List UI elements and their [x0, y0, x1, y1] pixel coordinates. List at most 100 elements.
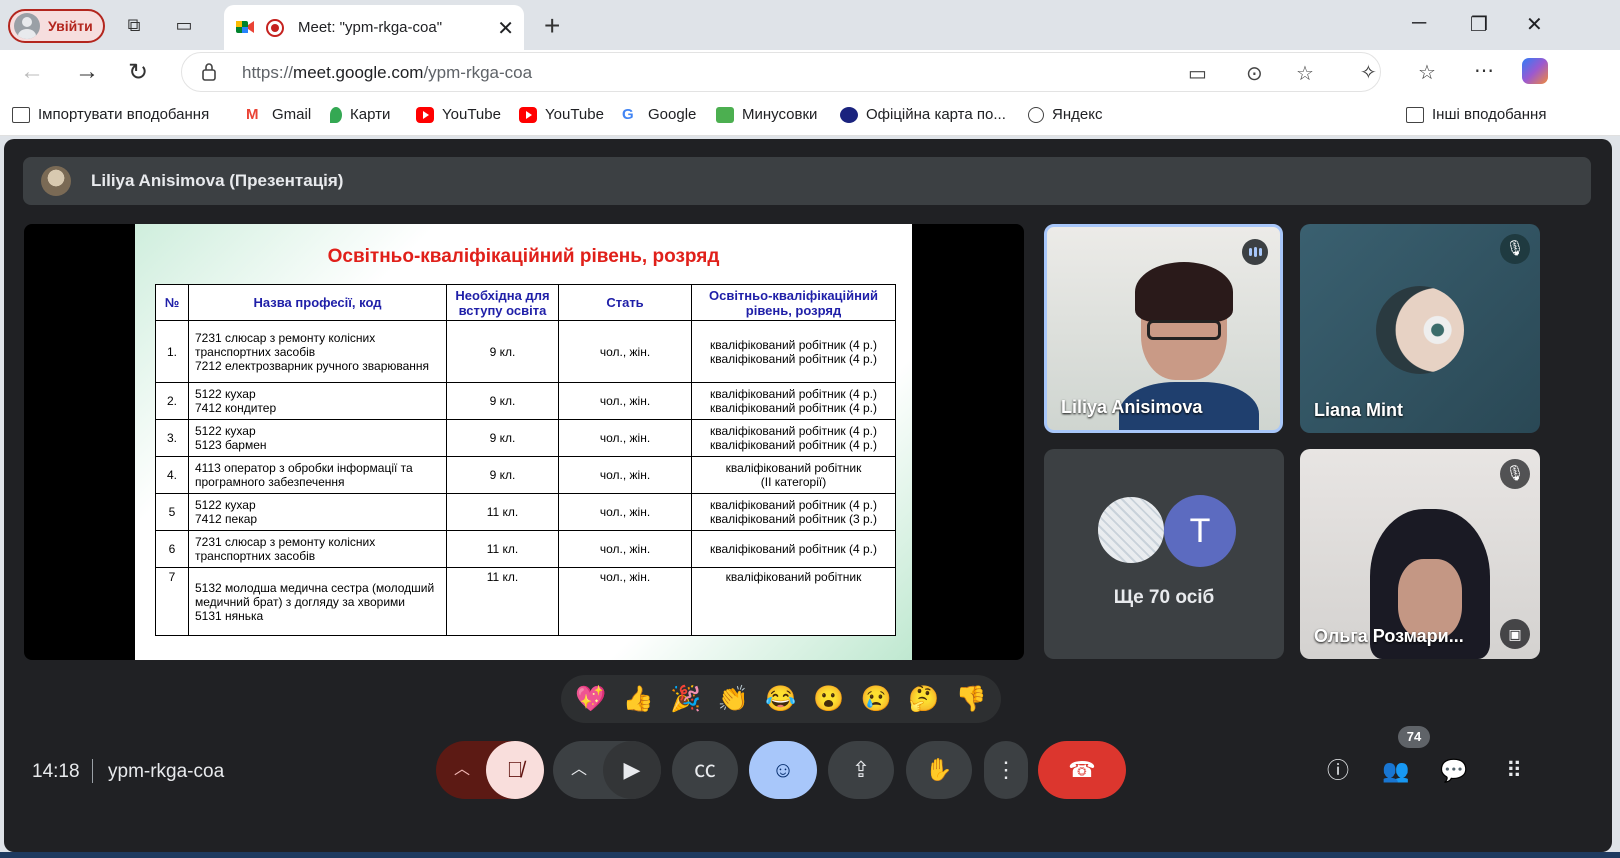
url-text[interactable]: https://meet.google.com/ypm-rkga-coa — [242, 63, 532, 83]
maps-icon — [330, 106, 342, 123]
back-icon[interactable]: ← — [20, 58, 44, 86]
reaction-crying[interactable]: 😢 — [860, 685, 891, 714]
camera-in-use-icon[interactable]: ▭ — [1188, 61, 1207, 86]
profile-sign-in-button[interactable]: Увійти — [8, 9, 105, 43]
video-options-chevron-icon[interactable]: ︿ — [571, 741, 587, 799]
people-icon[interactable]: 👥 — [1380, 755, 1412, 787]
table-cell: 3. — [155, 419, 189, 457]
picture-in-picture-icon[interactable]: ▣ — [1500, 619, 1530, 649]
tab-meet[interactable]: Meet: "ypm-rkga-coa" ✕ — [224, 5, 524, 50]
google-meet-icon — [236, 21, 254, 33]
url-domain: meet.google.com — [293, 63, 424, 82]
favorites-icon[interactable]: ☆ — [1418, 60, 1436, 85]
bookmark-google[interactable]: G Google — [622, 106, 696, 123]
bookmark-other-folder[interactable]: Інші вподобання — [1406, 106, 1546, 123]
table-row: 3. 5122 кухар 5123 бармен 9 кл. чол., жін. к… — [155, 419, 896, 457]
restore-icon[interactable]: ❐ — [1470, 12, 1488, 37]
browser-window: Увійти ⧉ ▭ Meet: "ypm-rkga-coa" ✕ + ─ ❐ … — [0, 0, 1620, 858]
reaction-thumbs-down[interactable]: 👎 — [956, 685, 987, 714]
bookmark-youtube-2[interactable]: YouTube — [519, 106, 604, 123]
address-bar[interactable]: https://meet.google.com/ypm-rkga-coa ▭ ⊙… — [181, 52, 1381, 92]
presentation-stage[interactable]: Освітньо-кваліфікаційний рівень, розряд … — [24, 224, 1024, 660]
bookmark-minusovki-label: Минусовки — [742, 106, 818, 123]
reaction-thumbs-up[interactable]: 👍 — [623, 685, 654, 714]
chat-icon[interactable]: 💬 — [1438, 755, 1470, 787]
table-cell: 4. — [155, 456, 189, 494]
more-menu-icon[interactable]: ⋯ — [1474, 58, 1494, 83]
meeting-code: ypm-rkga-coa — [108, 761, 225, 782]
raise-hand-button[interactable]: ✋ — [906, 741, 972, 799]
reaction-laughing[interactable]: 😂 — [765, 685, 796, 714]
send-reaction-button[interactable]: ☺ — [749, 741, 817, 799]
forward-icon[interactable]: → — [75, 58, 99, 86]
table-cell: чол., жін. — [558, 493, 692, 531]
reaction-party-popper[interactable]: 🎉 — [670, 685, 701, 714]
table-header: № — [155, 284, 189, 321]
microphone-off-button[interactable]: 🎙̸ — [486, 741, 544, 799]
extensions-icon[interactable]: ✧ — [1360, 60, 1377, 85]
table-cell: чол., жін. — [558, 456, 692, 494]
url-path: /ypm-rkga-coa — [423, 63, 533, 82]
audio-options-chevron-icon[interactable]: ︿ — [454, 741, 470, 799]
table-cell: 7 — [155, 567, 189, 636]
bookmark-yandex[interactable]: Яндекс — [1028, 106, 1102, 123]
table-cell: 7231 слюсар з ремонту колісних транспорт… — [188, 320, 447, 383]
site-info-icon[interactable] — [200, 63, 218, 81]
navigation-bar: ← → ↻ https://meet.google.com/ypm-rkga-c… — [0, 50, 1620, 94]
map-logo-icon — [840, 106, 858, 123]
workspaces-icon[interactable]: ⧉ — [122, 13, 146, 37]
new-tab-icon[interactable]: + — [544, 10, 560, 42]
participant-avatar — [1376, 286, 1464, 374]
tab-close-icon[interactable]: ✕ — [497, 16, 514, 41]
slide-table: № Назва професії, код Необхідна для всту… — [155, 284, 896, 636]
participant-tile-liliya[interactable]: Liliya Anisimova — [1044, 224, 1283, 433]
table-cell: 9 кл. — [446, 382, 559, 420]
bookmark-youtube-1[interactable]: YouTube — [416, 106, 501, 123]
reaction-sparkling-heart[interactable]: 💖 — [575, 685, 606, 714]
bookmark-import[interactable]: Імпортувати вподобання — [12, 106, 209, 123]
table-cell: кваліфікований робітник (4 р.) кваліфіко… — [691, 382, 896, 420]
reload-icon[interactable]: ↻ — [128, 58, 148, 87]
window-close-icon[interactable]: ✕ — [1526, 12, 1543, 37]
presentation-slide: Освітньо-кваліфікаційний рівень, розряд … — [135, 224, 912, 660]
table-row: 7 5132 молодша медична сестра (молодший м… — [155, 567, 896, 636]
bookmark-minusovki[interactable]: Минусовки — [716, 106, 817, 123]
table-cell: кваліфікований робітник — [691, 567, 896, 636]
bookmark-gmail[interactable]: M Gmail — [246, 106, 311, 123]
table-cell: 5 — [155, 493, 189, 531]
meeting-info-icon[interactable]: ⓘ — [1322, 755, 1354, 787]
mic-off-icon: 🎙 — [1500, 234, 1530, 264]
bookmark-official-map[interactable]: Офіційна карта по... — [840, 106, 1006, 123]
bookmark-official-map-label: Офіційна карта по... — [866, 106, 1006, 123]
import-icon — [12, 106, 30, 123]
reaction-clapping[interactable]: 👏 — [718, 685, 749, 714]
microphone-control: ︿ 🎙̸ — [436, 741, 544, 799]
bookmark-gmail-label: Gmail — [272, 106, 312, 123]
tab-strip: Увійти ⧉ ▭ Meet: "ypm-rkga-coa" ✕ + ─ ❐ … — [0, 0, 1620, 50]
read-aloud-icon[interactable]: ⊙ — [1246, 61, 1263, 86]
camera-button[interactable]: ▶ — [603, 741, 661, 799]
activities-icon[interactable]: ⠿ — [1498, 755, 1530, 787]
more-participants-tile[interactable]: T Ще 70 осіб — [1044, 449, 1284, 659]
more-options-button[interactable]: ⋮ — [984, 741, 1028, 799]
call-controls-bar: 14:18 ypm-rkga-coa ︿ 🎙̸ ︿ ▶ ㏄ ☺ ⇪ ✋ ⋮ ☎ … — [4, 726, 1612, 815]
tab-title: Meet: "ypm-rkga-coa" — [298, 19, 443, 36]
participant-tile-olga[interactable]: 🎙 Ольга Розмари... ▣ — [1300, 449, 1540, 659]
reaction-thinking[interactable]: 🤔 — [908, 685, 939, 714]
participant-tile-liana[interactable]: 🎙 Liana Mint — [1300, 224, 1540, 433]
favorite-star-icon[interactable]: ☆ — [1296, 61, 1314, 86]
copilot-icon[interactable] — [1522, 58, 1548, 84]
reaction-surprised[interactable]: 😮 — [813, 685, 844, 714]
table-header: Назва професії, код — [188, 284, 447, 321]
captions-button[interactable]: ㏄ — [672, 741, 738, 799]
leave-call-button[interactable]: ☎ — [1038, 741, 1126, 799]
minimize-icon[interactable]: ─ — [1412, 12, 1426, 35]
table-header: Освітньо-кваліфікаційний рівень, розряд — [691, 284, 896, 321]
present-screen-button[interactable]: ⇪ — [828, 741, 894, 799]
participant-count-badge: 74 — [1398, 726, 1430, 748]
camera-control: ︿ ▶ — [553, 741, 661, 799]
table-cell: кваліфікований робітник (ІІ категорії) — [691, 456, 896, 494]
tab-actions-icon[interactable]: ▭ — [172, 13, 196, 37]
bookmark-maps[interactable]: Карти — [330, 106, 390, 123]
participant-initial-avatar: T — [1164, 495, 1236, 567]
